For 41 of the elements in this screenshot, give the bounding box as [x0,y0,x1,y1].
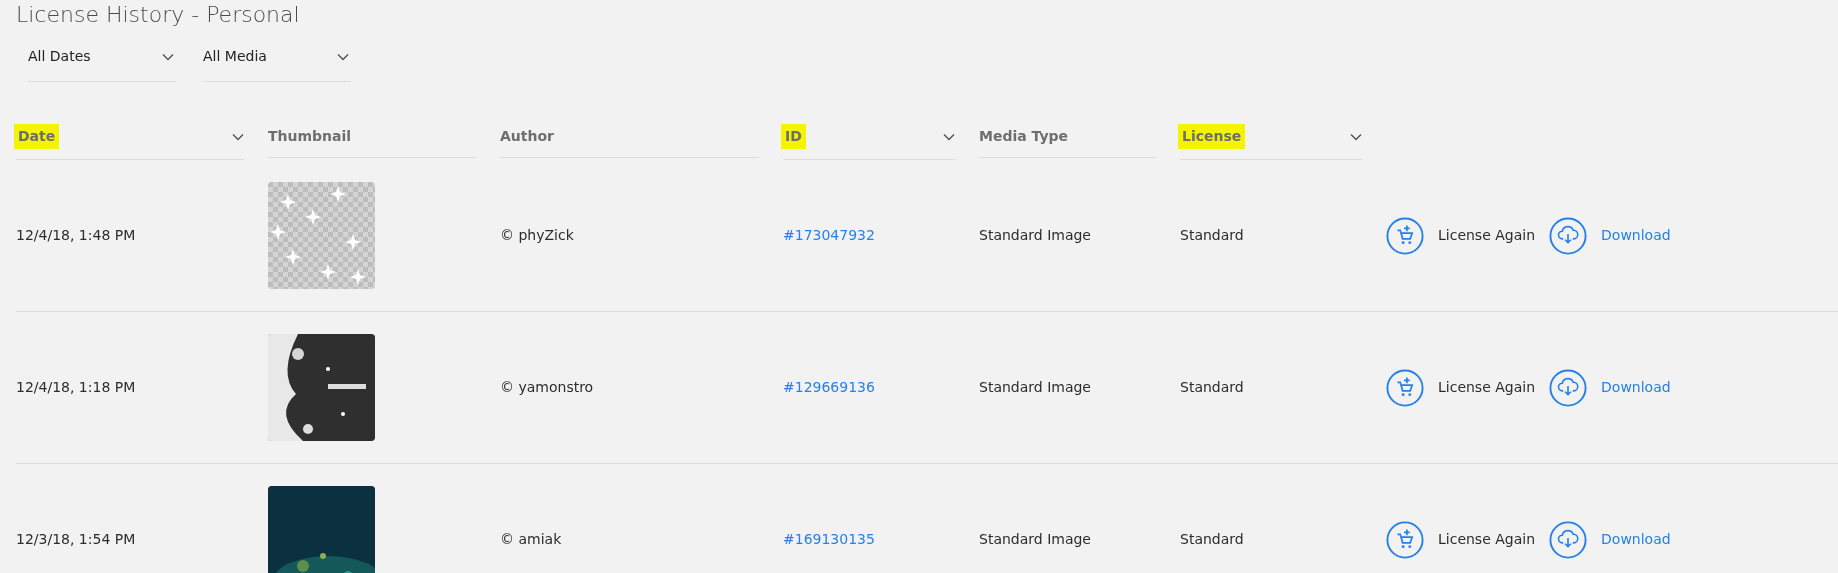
media-type-text: Standard Image [979,227,1091,244]
filter-dropdown[interactable]: All Dates [28,38,176,83]
author-text: © phyZick [500,227,574,244]
download-button[interactable]: Download [1549,368,1671,407]
license-again-button[interactable]: License Again [1386,520,1536,559]
asset-id-link[interactable]: #129669136 [783,379,875,396]
download-button[interactable]: Download [1549,520,1671,559]
chevron-down-icon [162,52,174,61]
cloud-download-icon [1549,216,1588,255]
date-text: 12/4/18, 1:48 PM [16,227,136,244]
chevron-down-icon [1350,132,1362,141]
date-text: 12/3/18, 1:54 PM [16,531,136,548]
date-text: 12/4/18, 1:18 PM [16,379,136,396]
license-text: Standard [1180,227,1244,244]
chevron-down-icon [943,132,955,141]
license-again-button[interactable]: License Again [1386,368,1536,407]
cloud-download-icon [1549,368,1588,407]
column-header: Author [500,127,554,147]
media-type-text: Standard Image [979,379,1091,396]
filter-dropdown[interactable]: All Media [203,38,351,83]
chevron-down-icon [337,52,349,61]
license-text: Standard [1180,379,1244,396]
column-header: Media Type [979,127,1069,147]
add-to-cart-icon [1386,520,1424,559]
add-to-cart-icon [1386,216,1424,255]
author-text: © yamonstro [500,379,594,396]
asset-id-link[interactable]: #173047932 [783,227,875,244]
column-header[interactable]: Date [14,124,60,150]
column-header[interactable]: ID [781,124,806,150]
author-text: © amiak [500,531,562,548]
media-type-text: Standard Image [979,531,1091,548]
column-header[interactable]: License [1178,124,1246,150]
add-to-cart-icon [1386,368,1424,407]
download-button[interactable]: Download [1549,216,1671,255]
page-title: License History - Personal [16,1,301,29]
chevron-down-icon [232,132,244,141]
cloud-download-icon [1549,520,1588,559]
asset-id-link[interactable]: #169130135 [783,531,875,548]
column-header: Thumbnail [268,127,352,147]
license-text: Standard [1180,531,1244,548]
license-again-button[interactable]: License Again [1386,216,1536,255]
